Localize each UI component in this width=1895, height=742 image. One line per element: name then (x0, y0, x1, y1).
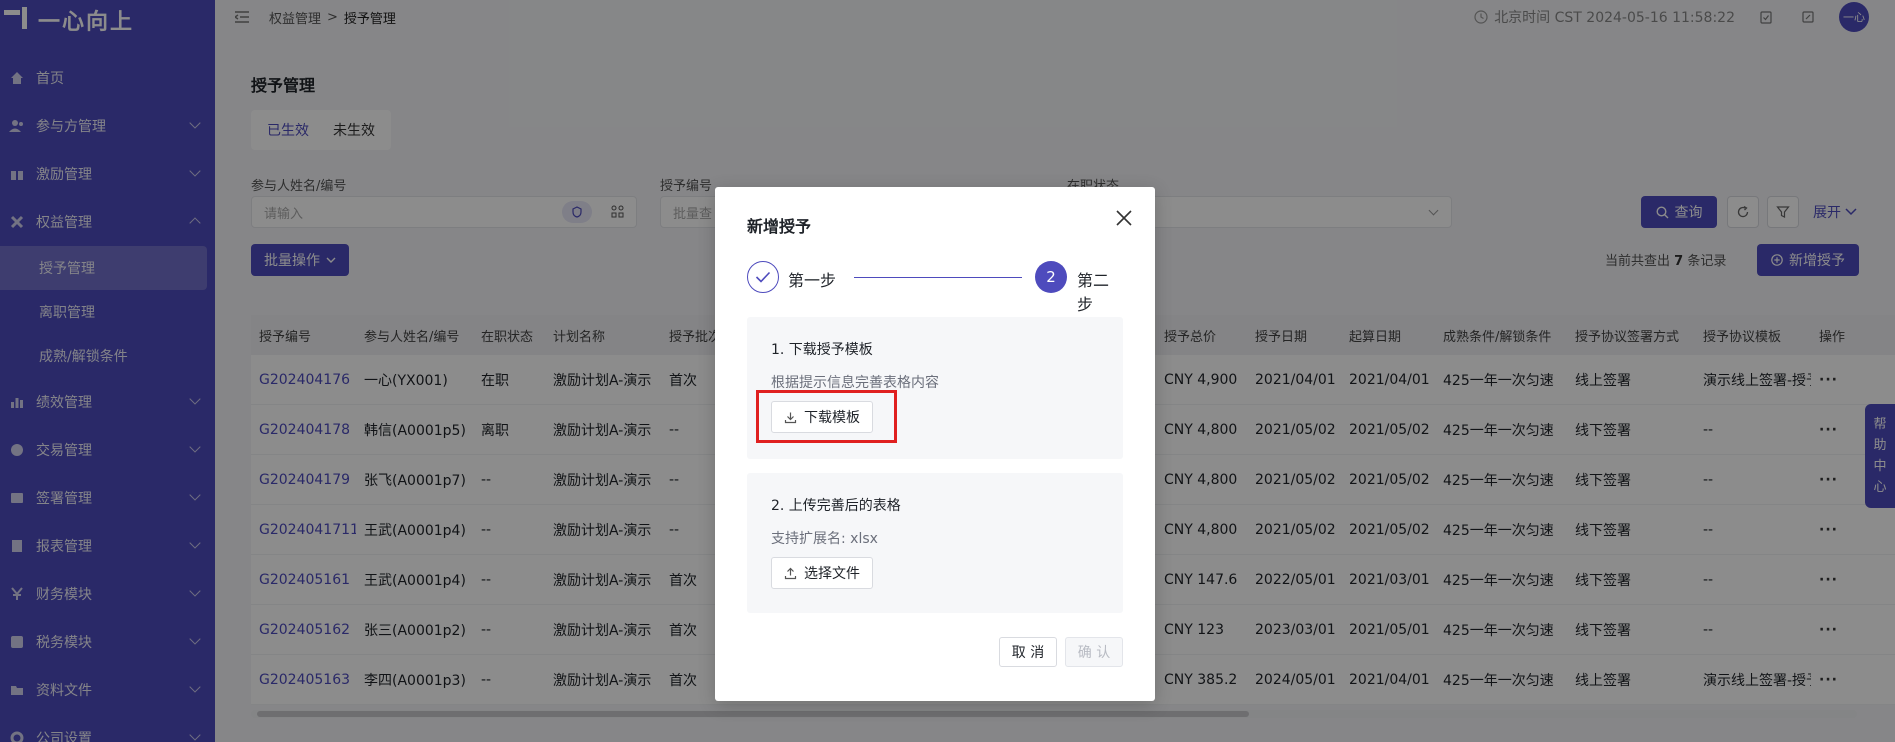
step-2-circle: 2 (1035, 261, 1067, 293)
modal-title: 新增授予 (747, 217, 812, 236)
choose-file-button[interactable]: 选择文件 (771, 557, 873, 589)
section-hint: 支持扩展名: xlsx (771, 531, 878, 547)
confirm-button[interactable]: 确 认 (1065, 637, 1123, 667)
check-icon (755, 271, 771, 283)
cancel-button[interactable]: 取 消 (999, 637, 1057, 667)
choose-file-label: 选择文件 (804, 566, 860, 582)
close-icon[interactable] (1113, 207, 1135, 229)
step-2-label: 第二步 (1077, 271, 1110, 314)
step-1-circle (747, 261, 779, 293)
add-grant-modal: 新增授予 第一步 2 第二步 1. 下载授予模板 根据提示信息完善表格内容 下载… (715, 187, 1155, 701)
upload-file-section: 2. 上传完善后的表格 支持扩展名: xlsx 选择文件 (747, 473, 1123, 613)
section-hint: 根据提示信息完善表格内容 (771, 375, 939, 391)
section-title: 1. 下载授予模板 (771, 342, 873, 358)
step-1-label: 第一步 (788, 271, 837, 290)
upload-icon (784, 567, 797, 579)
steps: 第一步 2 第二步 (747, 261, 1123, 314)
section-title: 2. 上传完善后的表格 (771, 498, 901, 514)
step-connector (854, 277, 1022, 278)
highlight-box (756, 390, 897, 443)
